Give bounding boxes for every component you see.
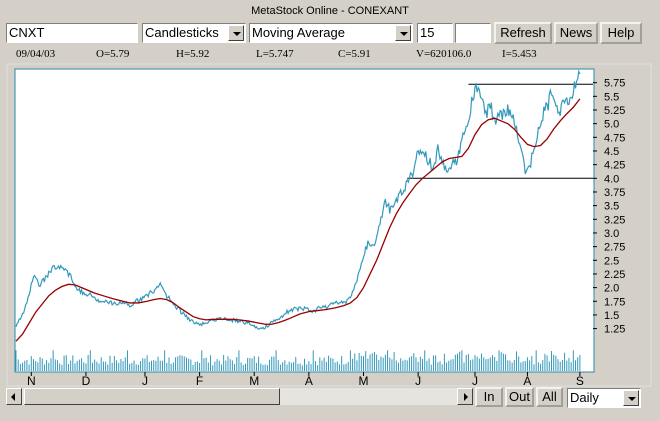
- quote-low: L=5.747: [256, 48, 294, 60]
- period-extra-field[interactable]: [455, 23, 491, 43]
- y-tick-label: 3.0: [604, 228, 619, 240]
- x-tick-label: M: [249, 374, 259, 388]
- scrollbar-thumb[interactable]: [24, 388, 280, 405]
- y-axis-ticks: 5.755.5 5.25 5.04.75 4.5 4.254.0 3.75 3.53.25 3…: [593, 78, 625, 336]
- y-tick-label: 4.75: [604, 132, 625, 144]
- scroll-left-arrow-icon[interactable]: [6, 388, 22, 405]
- quote-volume: V=620106.0: [416, 48, 472, 60]
- x-tick-label: A: [305, 374, 313, 388]
- y-tick-label: 1.75: [604, 296, 625, 308]
- x-tick-label: A: [523, 374, 531, 388]
- x-tick-label: S: [576, 374, 584, 388]
- news-button[interactable]: News: [554, 22, 598, 44]
- x-tick-label: M: [359, 374, 369, 388]
- y-tick-label: 3.25: [604, 214, 625, 226]
- horizontal-scrollbar[interactable]: [6, 388, 473, 405]
- indicator-value: Moving Average: [252, 25, 345, 40]
- quote-close: C=5.91: [338, 48, 371, 60]
- chevron-down-icon[interactable]: [623, 390, 639, 406]
- x-tick-label: F: [196, 374, 203, 388]
- x-tick-label: D: [82, 374, 91, 388]
- y-tick-label: 4.0: [604, 173, 619, 185]
- y-tick-label: 3.75: [604, 187, 625, 199]
- x-tick-label: J: [415, 374, 421, 388]
- symbol-value: CNXT: [9, 25, 45, 40]
- refresh-button[interactable]: Refresh: [494, 22, 552, 44]
- y-tick-label: 5.75: [604, 78, 625, 90]
- chevron-down-icon[interactable]: [395, 25, 411, 41]
- period-input[interactable]: 15: [417, 23, 453, 43]
- y-tick-label: 2.5: [604, 255, 619, 267]
- y-tick-label: 1.25: [604, 324, 625, 336]
- help-button[interactable]: Help: [600, 22, 642, 44]
- window-title: MetaStock Online - CONEXANT: [251, 5, 409, 17]
- x-tick-label: J: [142, 374, 148, 388]
- indicator-select[interactable]: Moving Average: [249, 23, 413, 43]
- x-tick-label: N: [27, 374, 36, 388]
- all-button[interactable]: All: [536, 387, 563, 407]
- y-tick-label: 5.5: [604, 91, 619, 103]
- y-tick-label: 4.5: [604, 146, 619, 158]
- y-tick-label: 4.25: [604, 160, 625, 172]
- y-tick-label: 2.0: [604, 283, 619, 295]
- zoom-in-button[interactable]: In: [475, 387, 503, 407]
- interval-select[interactable]: Daily: [567, 388, 641, 408]
- chart-style-select[interactable]: Candlesticks: [142, 23, 246, 43]
- y-tick-label: 2.25: [604, 269, 625, 281]
- y-tick-label: 1.5: [604, 310, 619, 322]
- y-tick-label: 5.0: [604, 119, 619, 131]
- y-tick-label: 3.5: [604, 201, 619, 213]
- scroll-right-arrow-icon[interactable]: [457, 388, 473, 405]
- quote-open: O=5.79: [96, 48, 130, 60]
- zoom-out-button[interactable]: Out: [505, 387, 534, 407]
- y-tick-label: 5.25: [604, 105, 625, 117]
- x-tick-label: J: [472, 374, 478, 388]
- symbol-input[interactable]: CNXT: [6, 23, 138, 43]
- quote-indicator: I=5.453: [502, 48, 537, 60]
- period-value: 15: [420, 25, 435, 40]
- chevron-down-icon[interactable]: [228, 25, 244, 41]
- price-chart[interactable]: 5.755.5 5.25 5.04.75 4.5 4.254.0 3.75 3.53.25 3…: [0, 62, 660, 388]
- quote-readout: 09/04/03 O=5.79 H=5.92 L=5.747 C=5.91 V=…: [0, 48, 620, 62]
- quote-high: H=5.92: [176, 48, 210, 60]
- y-tick-label: 2.75: [604, 242, 625, 254]
- quote-date: 09/04/03: [16, 48, 56, 60]
